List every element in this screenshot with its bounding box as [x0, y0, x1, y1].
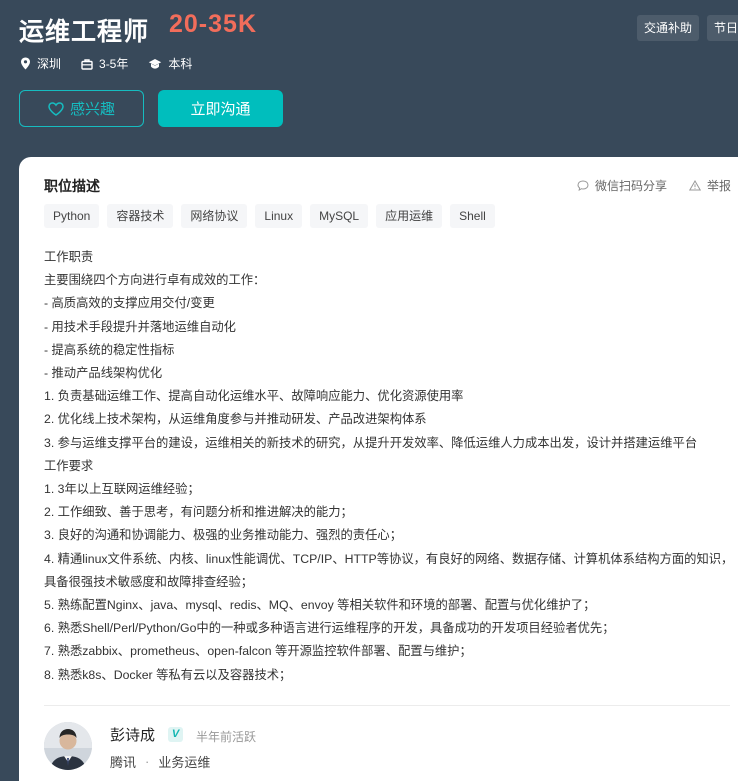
description-line: 7. 熟悉zabbix、prometheus、open-falcon 等开源监控…: [44, 644, 472, 659]
description-line: 1. 负责基础运维工作、提高自动化运维水平、故障响应能力、优化资源使用率: [44, 389, 464, 404]
heart-icon: [48, 101, 64, 116]
job-location: 深圳: [20, 55, 61, 72]
chat-bubble-icon: [577, 180, 589, 191]
skill-tags: Python 容器技术 网络协议 Linux MySQL 应用运维 Shell: [44, 204, 495, 228]
skill-tag: 容器技术: [107, 204, 174, 228]
briefcase-icon: [81, 58, 93, 70]
wechat-share-label: 微信扫码分享: [594, 179, 667, 193]
job-education-text: 本科: [168, 57, 193, 71]
graduation-cap-icon: [149, 58, 162, 69]
skill-tag: Linux: [255, 204, 303, 228]
interest-button-label: 感兴趣: [69, 101, 115, 118]
skill-tag: Shell: [450, 204, 495, 228]
description-line: - 高质高效的支撑应用交付/变更: [44, 296, 215, 311]
separator-dot: ·: [145, 754, 150, 769]
benefit-tags: 交通补助 节日福利: [637, 15, 738, 41]
report-button[interactable]: 举报: [688, 177, 731, 194]
chat-now-button[interactable]: 立即沟通: [158, 90, 283, 127]
description-line: 2. 工作细致、善于思考，有问题分析和推进解决的能力；: [44, 505, 353, 520]
benefit-tag: 节日福利: [707, 15, 738, 41]
interest-button[interactable]: 感兴趣: [19, 90, 144, 127]
skill-tag: 应用运维: [376, 204, 443, 228]
job-description: 工作职责 主要围绕四个方向进行卓有成效的工作： - 高质高效的支撑应用交付/变更…: [44, 246, 734, 687]
location-pin-icon: [21, 57, 30, 70]
description-line: - 提高系统的稳定性指标: [44, 342, 175, 357]
recruiter-active-status: 半年前活跃: [196, 730, 257, 744]
skill-tag: Python: [44, 204, 100, 228]
description-line: 工作职责: [44, 250, 94, 264]
description-line: 1. 3年以上互联网运维经验；: [44, 482, 200, 497]
description-line: 6. 熟悉Shell/Perl/Python/Go中的一种或多种语言进行运维程序…: [44, 621, 615, 636]
recruiter-company-role: 腾讯 · 业务运维: [110, 752, 210, 771]
divider: [44, 705, 730, 706]
wechat-share-button[interactable]: 微信扫码分享: [577, 177, 667, 194]
description-line: - 推动产品线架构优化: [44, 366, 163, 381]
description-line: 5. 熟练配置Nginx、java、mysql、redis、MQ、envoy 等…: [44, 598, 596, 613]
job-education: 本科: [148, 55, 192, 72]
job-title: 运维工程师: [19, 18, 150, 46]
job-header: 运维工程师 20-35K 交通补助 节日福利 深圳 3-5年: [0, 0, 738, 156]
skill-tag: MySQL: [310, 204, 369, 228]
description-line: 3. 参与运维支撑平台的建设，运维相关的新技术的研究，从提升开发效率、降低运维人…: [44, 435, 698, 450]
recruiter-company: 腾讯: [110, 755, 137, 770]
warning-icon: [688, 180, 701, 191]
description-line: 8. 熟悉k8s、Docker 等私有云以及容器技术；: [44, 667, 292, 682]
description-line: 2. 优化线上技术架构，从运维角度参与并推动研发、产品改进架构体系: [44, 412, 427, 427]
job-salary: 20-35K: [169, 10, 257, 38]
benefit-tag: 交通补助: [637, 15, 700, 41]
skill-tag: 网络协议: [181, 204, 248, 228]
recruiter-avatar[interactable]: [44, 722, 92, 770]
job-experience: 3-5年: [81, 55, 128, 72]
description-line: - 用技术手段提升并落地运维自动化: [44, 319, 236, 334]
recruiter-role: 业务运维: [158, 755, 211, 770]
detail-actions: 微信扫码分享 举报: [555, 177, 731, 194]
description-line: 3. 良好的沟通和协调能力、极强的业务推动能力、强烈的责任心；: [44, 528, 402, 543]
recruiter-name: 彭诗成: [110, 727, 156, 744]
description-line: 4. 精通linux文件系统、内核、linux性能调优、TCP/IP、HTTP等…: [44, 551, 734, 589]
recruiter-info[interactable]: 彭诗成 V 半年前活跃 腾讯 · 业务运维: [44, 722, 734, 777]
person-avatar-icon: [44, 722, 92, 770]
description-line: 主要围绕四个方向进行卓有成效的工作：: [44, 273, 266, 288]
job-meta: 深圳 3-5年 本科: [20, 55, 212, 72]
verified-badge-icon: V: [168, 727, 183, 742]
job-detail-card: 职位描述 微信扫码分享 举报 Python 容器技术 网络协议 Linux My…: [19, 157, 738, 781]
description-line: 工作要求: [44, 458, 94, 473]
section-title: 职位描述: [44, 178, 100, 194]
report-label: 举报: [706, 179, 731, 193]
job-location-text: 深圳: [37, 57, 62, 71]
job-experience-text: 3-5年: [99, 57, 129, 71]
